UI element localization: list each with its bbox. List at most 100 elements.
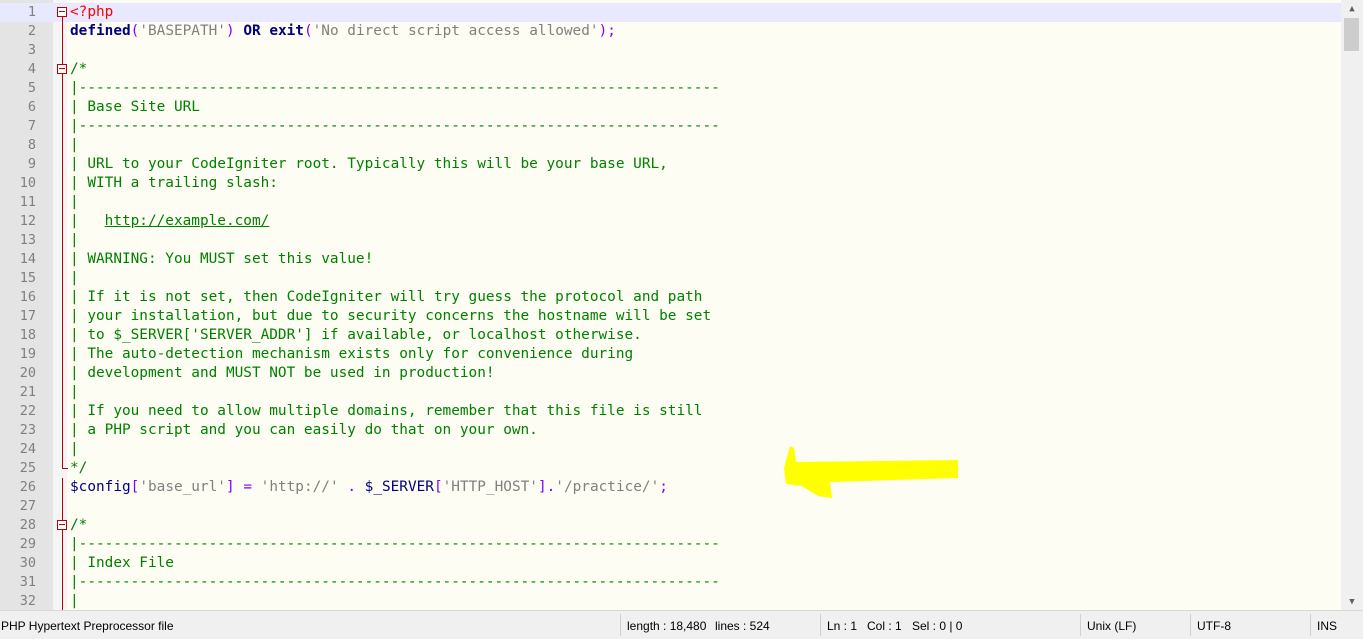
chevron-up-icon[interactable]: ▲ [1341,0,1363,17]
code-line[interactable]: 4 /* [0,60,1341,79]
code-text[interactable]: | [70,193,79,212]
fold-toggle-icon[interactable] [57,520,67,530]
line-number: 30 [19,555,36,571]
code-line[interactable]: 24 | [0,440,1341,459]
code-line[interactable]: 10 | WITH a trailing slash: [0,174,1341,193]
code-text[interactable]: $config ['base_url'] = 'http://' . $_SERV… [70,478,668,497]
code-text[interactable]: |---------------------------------------… [70,117,720,136]
code-line[interactable]: 17 | your installation, but due to securi… [0,307,1341,326]
code-line[interactable]: 1 <?php [0,3,1341,22]
code-text[interactable]: | to $_SERVER['SERVER_ADDR'] if availabl… [70,326,642,345]
code-line[interactable]: 2 defined('BASEPATH') OR exit('No direct … [0,22,1341,41]
code-line[interactable]: 32 | [0,592,1341,610]
fold-toggle-icon[interactable] [57,7,67,17]
code-text[interactable]: | WITH a trailing slash: [70,174,278,193]
code-line[interactable]: 30 | Index File [0,554,1341,573]
code-text[interactable]: | [70,383,79,402]
line-number: 7 [27,118,36,134]
fold-guide [62,288,63,307]
code-line[interactable]: 28 /* [0,516,1341,535]
code-token: 'HTTP_HOST' [442,479,538,495]
code-text[interactable]: defined('BASEPATH') OR exit('No direct s… [70,22,616,41]
code-text[interactable]: |---------------------------------------… [70,573,720,592]
fold-guide [62,592,63,610]
code-line[interactable]: 9 | URL to your CodeIgniter root. Typical… [0,155,1341,174]
code-token: | [70,384,79,400]
line-number: 31 [19,574,36,590]
code-text[interactable]: /* [70,516,87,535]
code-text[interactable]: | If it is not set, then CodeIgniter wil… [70,288,702,307]
code-text[interactable]: | http://example.com/ [70,212,269,231]
code-line[interactable]: 19 | The auto-detection mechanism exists … [0,345,1341,364]
code-line[interactable]: 23 | a PHP script and you can easily do t… [0,421,1341,440]
code-line[interactable]: 6 | Base Site URL [0,98,1341,117]
code-text[interactable]: | Base Site URL [70,98,200,117]
code-text[interactable]: | [70,231,79,250]
fold-guide [62,79,63,98]
code-line[interactable]: 5 |--------------------------------------… [0,79,1341,98]
code-text[interactable]: | [70,136,79,155]
code-line[interactable]: 22 | If you need to allow multiple domain… [0,402,1341,421]
fold-guide [62,136,63,155]
code-line[interactable]: 25 */ [0,459,1341,478]
code-token: <?php [70,4,114,20]
line-number: 24 [19,441,36,457]
code-text[interactable]: |---------------------------------------… [70,79,720,98]
code-line[interactable]: 16 | If it is not set, then CodeIgniter w… [0,288,1341,307]
code-lines[interactable]: 1 <?php 2 defined('BASEPATH') OR exit('No d… [0,3,1341,610]
yellow-annotation-arrow [784,446,958,498]
code-line[interactable]: 26 $config ['base_url'] = 'http://' . $_SE… [0,478,1341,497]
code-text[interactable]: |---------------------------------------… [70,535,720,554]
insert-mode-label[interactable]: INS [1317,619,1337,633]
line-number: 28 [19,517,36,533]
code-text[interactable]: | development and MUST NOT be used in pr… [70,364,495,383]
code-text[interactable]: | WARNING: You MUST set this value! [70,250,373,269]
line-number: 5 [27,80,36,96]
code-text[interactable]: | The auto-detection mechanism exists on… [70,345,633,364]
code-line[interactable]: 3 [0,41,1341,60]
code-text[interactable]: | a PHP script and you can easily do tha… [70,421,538,440]
code-text[interactable]: | [70,592,79,610]
code-line[interactable]: 18 | to $_SERVER['SERVER_ADDR'] if availa… [0,326,1341,345]
code-line[interactable]: 7 |--------------------------------------… [0,117,1341,136]
code-token: ) [225,23,235,39]
code-line[interactable]: 11 | [0,193,1341,212]
code-line[interactable]: 13 | [0,231,1341,250]
code-line[interactable]: 15 | [0,269,1341,288]
code-text[interactable]: | URL to your CodeIgniter root. Typicall… [70,155,668,174]
fold-guide [62,250,63,269]
code-text[interactable]: /* [70,60,87,79]
code-text[interactable]: <?php [70,3,113,22]
code-line[interactable]: 14 | WARNING: You MUST set this value! [0,250,1341,269]
code-line[interactable]: 31 |-------------------------------------… [0,573,1341,592]
code-line[interactable]: 29 |-------------------------------------… [0,535,1341,554]
code-line[interactable]: 27 [0,497,1341,516]
scrollbar-thumb[interactable] [1344,18,1359,51]
code-text[interactable]: | [70,269,79,288]
code-line[interactable]: 20 | development and MUST NOT be used in … [0,364,1341,383]
code-line[interactable]: 8 | [0,136,1341,155]
code-token: $_SERVER [364,479,434,495]
code-text[interactable]: | [70,440,79,459]
code-text[interactable]: | your installation, but due to security… [70,307,711,326]
code-editor[interactable]: 1 <?php 2 defined('BASEPATH') OR exit('No d… [0,0,1341,610]
chevron-down-icon[interactable]: ▼ [1341,593,1363,610]
fold-guide [62,326,63,345]
line-number: 13 [19,232,36,248]
eol-format-label[interactable]: Unix (LF) [1087,619,1136,633]
line-number: 26 [19,479,36,495]
encoding-label[interactable]: UTF-8 [1197,619,1231,633]
code-text[interactable]: | Index File [70,554,174,573]
code-token: ] [225,479,235,495]
vertical-scrollbar[interactable]: ▲ ▼ [1341,0,1363,610]
fold-toggle-icon[interactable] [57,64,67,74]
code-text[interactable]: | If you need to allow multiple domains,… [70,402,702,421]
code-line[interactable]: 21 | [0,383,1341,402]
code-line[interactable]: 12 | http://example.com/ [0,212,1341,231]
fold-guide [62,98,63,117]
code-token: | your installation, but due to security… [70,308,712,324]
code-token: 'base_url' [139,479,226,495]
code-text[interactable]: */ [70,459,87,478]
